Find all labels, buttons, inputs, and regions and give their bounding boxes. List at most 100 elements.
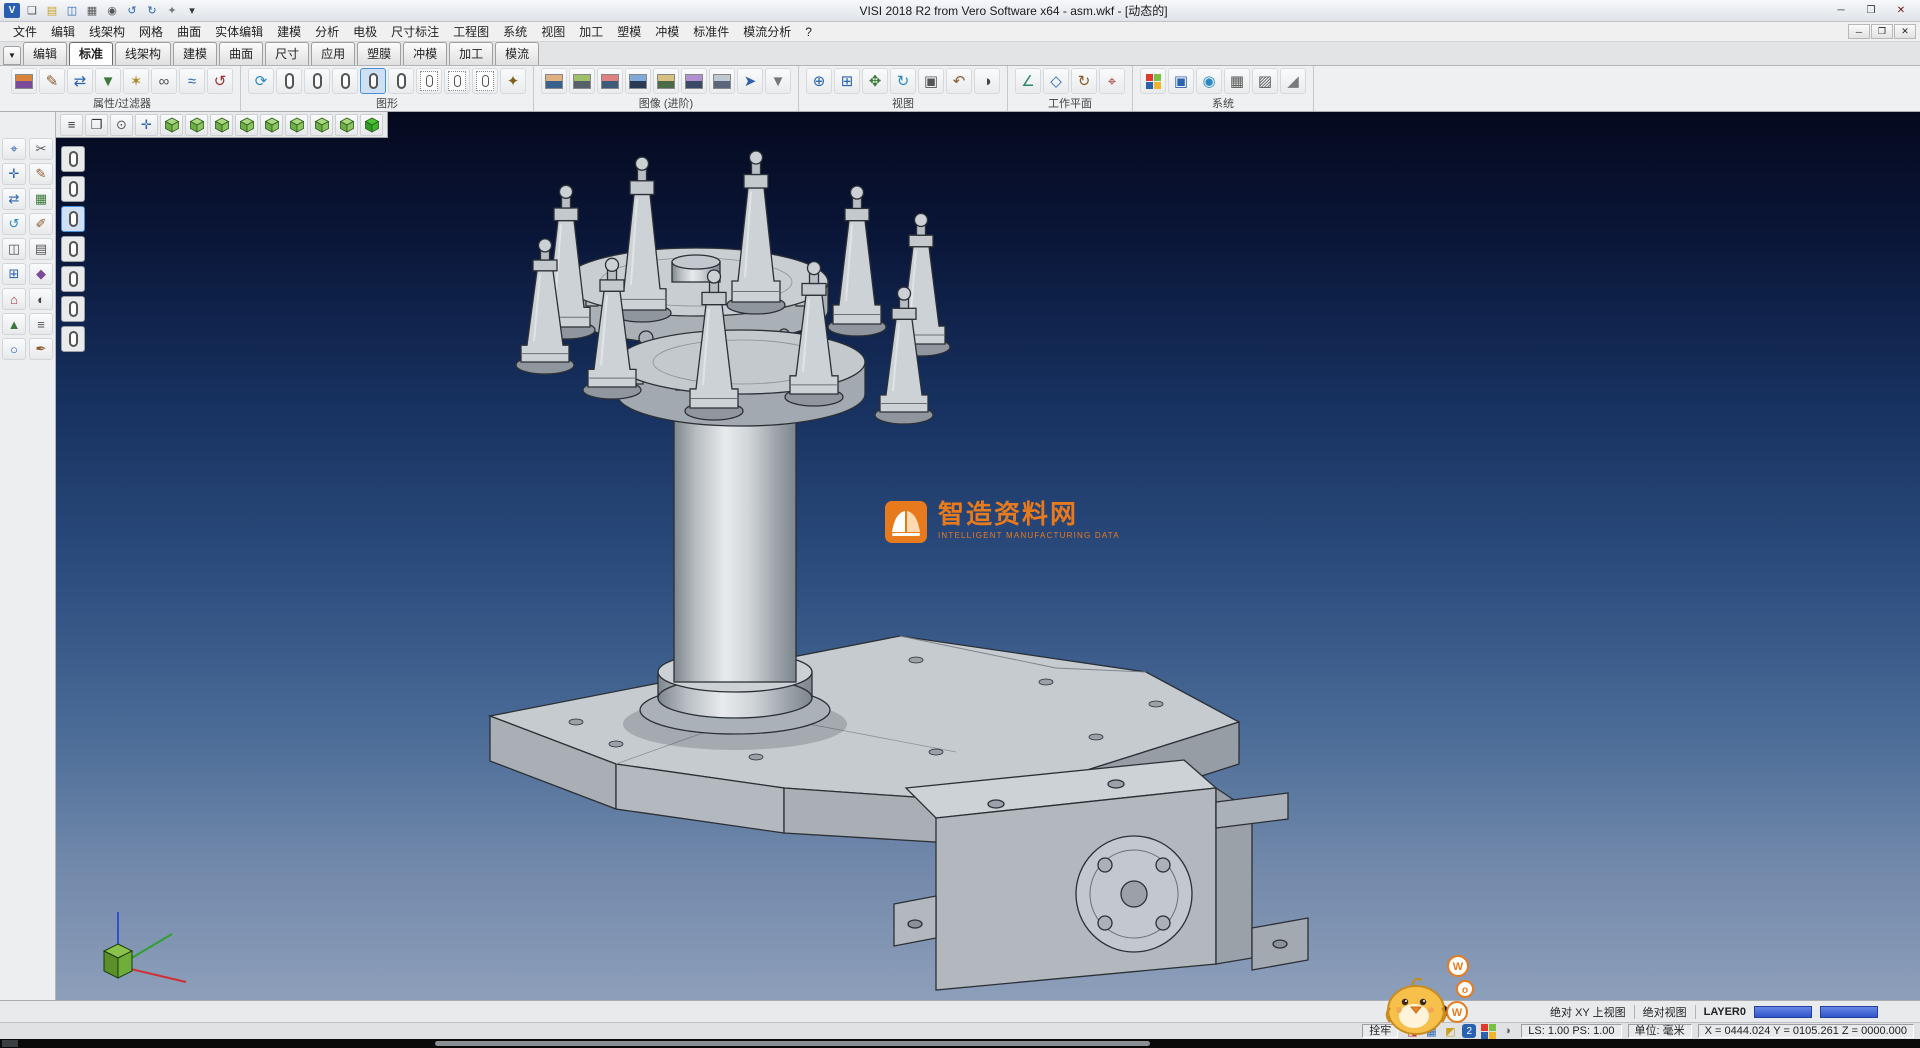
undo-icon[interactable]: ↺ (123, 3, 141, 19)
entity-wand-icon[interactable]: ✦ (500, 68, 526, 94)
menu-item-文件[interactable]: 文件 (6, 21, 44, 42)
swap-arrows-icon[interactable]: ⇄ (2, 188, 26, 210)
tab-标准[interactable]: 标准 (69, 42, 113, 65)
menu-item-线架构[interactable]: 线架构 (82, 21, 132, 42)
attribute-paint-icon[interactable] (11, 68, 37, 94)
child-restore-button[interactable]: ❐ (1871, 24, 1893, 39)
view-crosshair-icon[interactable]: ✛ (135, 114, 158, 136)
tab-塑膜[interactable]: 塑膜 (357, 42, 401, 65)
view-cube-front-icon[interactable] (210, 114, 233, 136)
menu-item-尺寸标注[interactable]: 尺寸标注 (384, 21, 446, 42)
minimize-button[interactable]: ─ (1826, 2, 1856, 20)
rows-icon[interactable]: ▤ (29, 238, 53, 260)
layer-color-bar-1[interactable] (1754, 1006, 1812, 1018)
filter-reset-icon[interactable]: ↺ (207, 68, 233, 94)
hatch-icon[interactable]: ▨ (1252, 68, 1278, 94)
view-cube-iso-icon[interactable] (160, 114, 183, 136)
menu-item-建模[interactable]: 建模 (270, 21, 308, 42)
menu-item-曲面[interactable]: 曲面 (170, 21, 208, 42)
filter-pill-7[interactable] (61, 326, 85, 352)
filter-pill-2[interactable] (61, 176, 85, 202)
shading-mode-4-icon[interactable] (625, 68, 651, 94)
grid-icon[interactable]: ▦ (29, 188, 53, 210)
view-cube-bottom-icon[interactable] (310, 114, 333, 136)
shading-mode-5-icon[interactable] (653, 68, 679, 94)
tab-尺寸[interactable]: 尺寸 (265, 42, 309, 65)
taskbar-handle[interactable] (435, 1041, 1150, 1046)
child-minimize-button[interactable]: ─ (1848, 24, 1870, 39)
shading-mode-3-icon[interactable] (597, 68, 623, 94)
tab-线架构[interactable]: 线架构 (115, 42, 171, 65)
entity-box-icon-1[interactable] (416, 68, 442, 94)
open-file-icon[interactable]: ▤ (43, 3, 61, 19)
view-cube-back-icon[interactable] (285, 114, 308, 136)
diamond-icon[interactable]: ◆ (29, 263, 53, 285)
menu-item-视图[interactable]: 视图 (534, 21, 572, 42)
qat-dropdown-icon[interactable]: ▾ (183, 3, 201, 19)
brush-icon[interactable]: ✒ (29, 338, 53, 360)
filter-pill-1[interactable] (61, 146, 85, 172)
tab-冲模[interactable]: 冲模 (403, 42, 447, 65)
close-button[interactable]: ✕ (1886, 2, 1916, 20)
menu-item-网格[interactable]: 网格 (132, 21, 170, 42)
menu-item-塑模[interactable]: 塑模 (610, 21, 648, 42)
tab-dropdown-icon[interactable]: ▼ (3, 46, 21, 65)
save-icon[interactable]: ◫ (63, 3, 81, 19)
image-filter-icon[interactable]: ▼ (765, 68, 791, 94)
child-close-button[interactable]: ✕ (1894, 24, 1916, 39)
view-layout-icon[interactable]: ❐ (85, 114, 108, 136)
view-cube-right-icon[interactable] (235, 114, 258, 136)
menu-item-模流分析[interactable]: 模流分析 (736, 21, 798, 42)
menu-item-实体编辑[interactable]: 实体编辑 (208, 21, 270, 42)
contrast-icon[interactable]: ◐ (29, 288, 53, 310)
view-cube-shaded-icon[interactable] (360, 114, 383, 136)
viewport-3d[interactable]: ≡❐⊙✛ 智造资料网 INTELLIGENT MANUFACTURING DAT… (56, 112, 1920, 1000)
circle-icon[interactable]: ○ (2, 338, 26, 360)
entity-box-icon-2[interactable] (444, 68, 470, 94)
scissors-icon[interactable]: ✂ (29, 138, 53, 160)
preview-icon[interactable]: ◉ (103, 3, 121, 19)
menu-item-标准件[interactable]: 标准件 (686, 21, 736, 42)
view-list-icon[interactable]: ≡ (60, 114, 83, 136)
slope-icon[interactable]: ◢ (1280, 68, 1306, 94)
crosshair-icon[interactable]: ✛ (2, 163, 26, 185)
taskbar-corner[interactable] (2, 1040, 18, 1047)
entity-pill-icon-3[interactable] (332, 68, 358, 94)
attribute-pick-icon[interactable]: ✎ (39, 68, 65, 94)
menu-item-工程图[interactable]: 工程图 (446, 21, 496, 42)
workplane-rotate-icon[interactable]: ↻ (1071, 68, 1097, 94)
shading-mode-2-icon[interactable] (569, 68, 595, 94)
zoom-window-icon[interactable]: ⊞ (834, 68, 860, 94)
active-layer-label[interactable]: LAYER0 (1704, 1006, 1746, 1018)
entity-pill-icon-2[interactable] (304, 68, 330, 94)
tab-应用[interactable]: 应用 (311, 42, 355, 65)
menu-item-?[interactable]: ? (798, 23, 819, 41)
absolute-view-label[interactable]: 绝对视图 (1643, 1004, 1687, 1020)
globe-icon[interactable]: ◉ (1196, 68, 1222, 94)
workplane-axes-icon[interactable]: ∠ (1015, 68, 1041, 94)
filter-pill-6[interactable] (61, 296, 85, 322)
pan-icon[interactable]: ✥ (862, 68, 888, 94)
filter-pill-3[interactable] (61, 206, 85, 232)
table-icon[interactable]: ▦ (1224, 68, 1250, 94)
tab-曲面[interactable]: 曲面 (219, 42, 263, 65)
entity-pill-active-icon[interactable] (360, 68, 386, 94)
fit-view-icon[interactable]: ▣ (918, 68, 944, 94)
redo-icon[interactable]: ↻ (143, 3, 161, 19)
screen-icon[interactable]: ▣ (1168, 68, 1194, 94)
shading-mode-7-icon[interactable] (709, 68, 735, 94)
view-cube-top-icon[interactable] (185, 114, 208, 136)
maximize-button[interactable]: ❒ (1856, 2, 1886, 20)
tab-建模[interactable]: 建模 (173, 42, 217, 65)
view-cube-left-icon[interactable] (260, 114, 283, 136)
system-colors-icon[interactable] (1140, 68, 1166, 94)
home-view-icon[interactable]: ⌂ (2, 288, 26, 310)
filter-layers-icon[interactable]: ≈ (179, 68, 205, 94)
menu-item-系统[interactable]: 系统 (496, 21, 534, 42)
shading-mode-1-icon[interactable] (541, 68, 567, 94)
view-cube-iso2-icon[interactable] (335, 114, 358, 136)
print-icon[interactable]: ▦ (83, 3, 101, 19)
filter-funnel-icon[interactable]: ▼ (95, 68, 121, 94)
tab-模流[interactable]: 模流 (495, 42, 539, 65)
panels-icon[interactable]: ◫ (2, 238, 26, 260)
